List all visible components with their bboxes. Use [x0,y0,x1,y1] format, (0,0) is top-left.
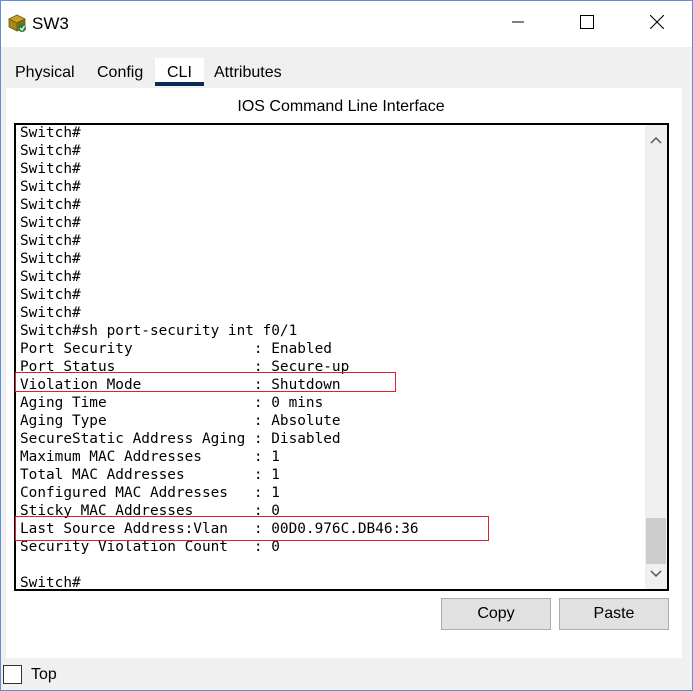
tab-attributes[interactable]: Attributes [214,62,282,88]
title-bar: SW3 [1,1,692,47]
terminal-line: Switch#sh port-security int f0/1 [20,323,298,339]
app-window: SW3 Physical Config CLI Attributes IOS C… [0,0,693,691]
window-title: SW3 [32,14,69,33]
terminal-line: Aging Type : Absolute [20,413,341,429]
terminal-line: Switch# [20,161,81,177]
violation-mode-highlight [15,372,396,392]
terminal-line: Switch# [20,305,81,321]
terminal-line: Switch# [20,179,81,195]
terminal-line: Switch# [20,251,81,267]
active-tab-indicator [155,82,204,86]
copy-button[interactable]: Copy [441,598,551,630]
terminal-line: Maximum MAC Addresses : 1 [20,449,280,465]
minimize-button[interactable] [495,1,541,47]
chevron-up-icon [650,131,662,149]
terminal-line: Switch# [20,143,81,159]
terminal-line: Switch# [20,125,81,141]
scrollbar-thumb[interactable] [646,518,666,564]
maximize-button[interactable] [564,1,610,47]
terminal-line: Switch# [20,269,81,285]
tab-strip: Physical Config CLI Attributes [1,58,692,88]
terminal-line: SecureStatic Address Aging : Disabled [20,431,341,447]
top-checkbox[interactable] [3,665,22,684]
terminal-line: Configured MAC Addresses : 1 [20,485,280,501]
terminal-line: Switch# [20,197,81,213]
top-checkbox-label: Top [31,666,57,683]
scroll-up-button[interactable] [645,129,667,151]
minimize-icon [512,15,524,33]
close-button[interactable] [634,1,680,47]
terminal-line: Port Security : Enabled [20,341,332,357]
terminal-line: Switch# [20,215,81,231]
last-source-address-highlight [15,516,489,541]
terminal-scrollbar[interactable] [645,125,667,589]
scroll-down-button[interactable] [645,563,667,585]
close-icon [649,14,665,34]
maximize-icon [580,14,594,34]
terminal-line: Total MAC Addresses : 1 [20,467,280,483]
tab-config[interactable]: Config [97,62,143,88]
cli-heading: IOS Command Line Interface [237,98,445,115]
terminal-line: Aging Time : 0 mins [20,395,324,411]
terminal-line: Switch# [20,287,81,303]
terminal-line: Switch# [20,233,81,249]
chevron-down-icon [650,565,662,583]
switch-app-icon [7,13,27,33]
terminal-line: Switch# [20,575,81,591]
tab-physical[interactable]: Physical [15,62,75,88]
paste-button[interactable]: Paste [559,598,669,630]
